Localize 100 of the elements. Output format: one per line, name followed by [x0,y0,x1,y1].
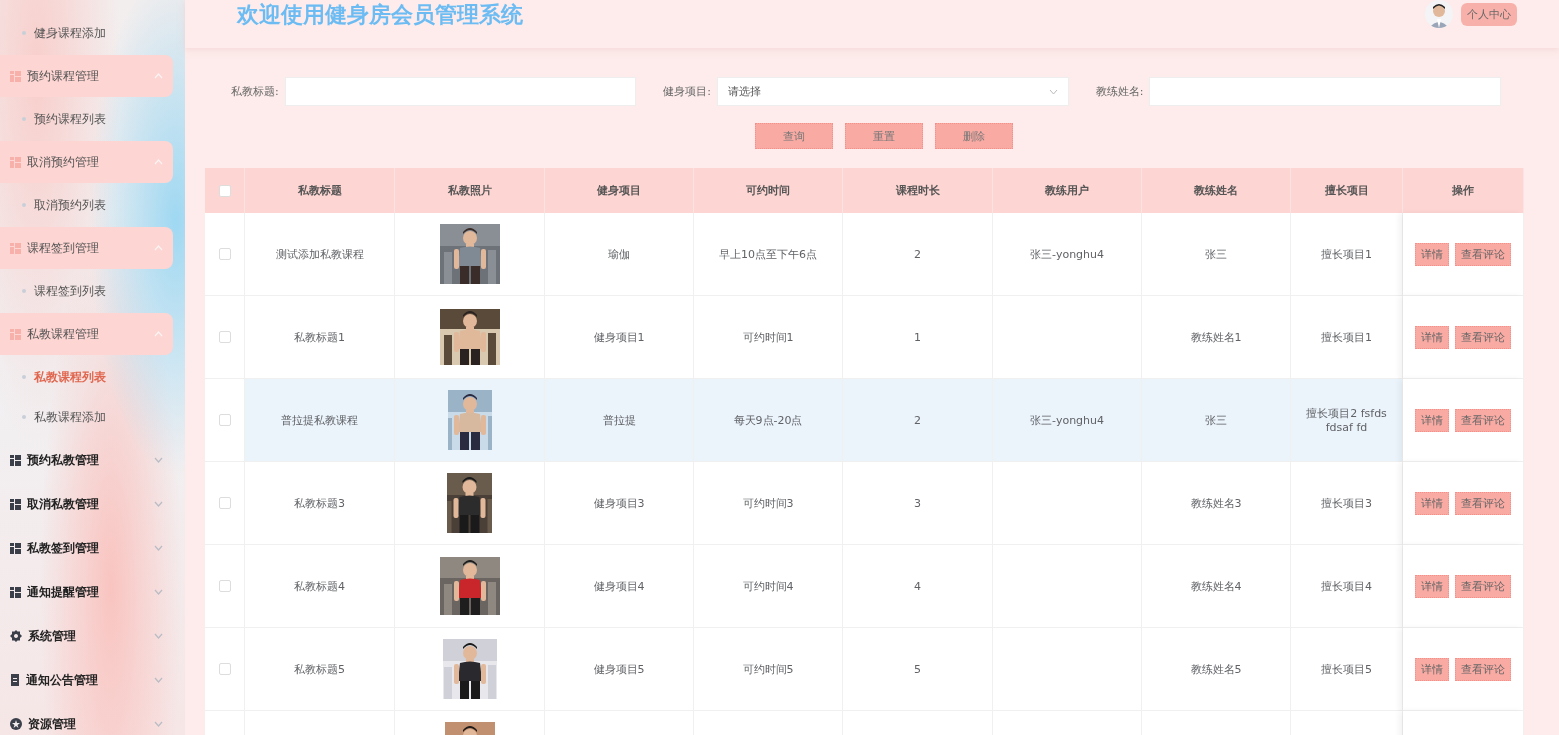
action-button[interactable]: 详情 [1415,574,1449,598]
column-header: 课程时长 [843,168,993,213]
grid-icon [10,542,21,554]
table-cell: 健身项目3 [545,462,694,545]
grid-icon [10,70,21,82]
table-cell: 5 [843,628,993,711]
action-button[interactable]: 查看评论 [1455,325,1511,349]
caret-icon [154,633,163,639]
sidebar-group[interactable]: 通知提醒管理 [0,571,173,613]
column-header: 可约时间 [694,168,843,213]
sidebar-subitem[interactable]: 预约课程列表 [0,99,185,139]
sidebar-group[interactable]: 私教签到管理 [0,527,173,569]
field-label: 私教标题: [231,84,279,99]
table-cell: 张三 [1142,213,1291,296]
table-cell: 测试添加私教课程 [245,213,395,296]
table-cell: 2 [843,213,993,296]
field-label: 教练姓名: [1095,84,1144,99]
action-button[interactable]: 查看评论 [1455,491,1511,515]
caret-icon [154,545,163,551]
sidebar-group[interactable]: 预约私教管理 [0,439,173,481]
select-field[interactable]: 请选择 [717,77,1069,106]
checkbox[interactable] [218,184,231,197]
sidebar-group[interactable]: 课程签到管理 [0,227,173,269]
table-cell: 私教标题4 [245,545,395,628]
table-cell: 每天9点-20点 [694,379,843,462]
sidebar-subitem[interactable]: 私教课程添加 [0,397,185,437]
checkbox[interactable] [218,580,231,592]
caret-icon [154,73,163,79]
sidebar-group[interactable]: 预约课程管理 [0,55,173,97]
column-header: 操作 [1403,168,1524,213]
sidebar-group[interactable]: 私教课程管理 [0,313,173,355]
table-cell: 健身项目4 [545,545,694,628]
table-cell: 擅长项目4 [1291,545,1403,628]
action-button[interactable]: 详情 [1415,408,1449,432]
column-header: 私教标题 [245,168,395,213]
action-button[interactable]: 详情 [1415,242,1449,266]
action-button[interactable]: 查看评论 [1455,657,1511,681]
action-button[interactable]: 查看评论 [1455,574,1511,598]
table-cell: 早上10点至下午6点 [694,213,843,296]
star-icon [10,718,22,730]
sidebar-subitem[interactable]: 健身课程添加 [0,13,185,53]
column-header: 教练姓名 [1142,168,1291,213]
sidebar-subitem[interactable]: 课程签到列表 [0,271,185,311]
grid-icon [10,498,21,510]
table-cell: 擅长项目3 [1291,462,1403,545]
column-header: 私教照片 [395,168,545,213]
checkbox[interactable] [218,663,231,675]
table-cell: 普拉提私教课程 [245,379,395,462]
column-header: 擅长项目 [1291,168,1403,213]
grid-icon [10,156,21,168]
table-cell: 私教标题1 [245,296,395,379]
checkbox[interactable] [218,497,231,509]
table-cell: 可约时间4 [694,545,843,628]
sidebar-group[interactable]: 系统管理 [0,615,173,657]
checkbox[interactable] [218,248,231,260]
page-title: 欢迎使用健身房会员管理系统 [237,1,524,29]
table-cell: 教练姓名4 [1142,545,1291,628]
table-cell: 擅长项目2 fsfds fdsaf fd [1291,379,1403,462]
table-cell: 健身项目1 [545,296,694,379]
checkbox[interactable] [218,331,231,343]
table-cell: 擅长项目1 [1291,296,1403,379]
table-cell: 擅长项目1 [1291,213,1403,296]
caret-icon [154,677,163,683]
chevron-down-icon [1048,88,1058,95]
table-cell: 1 [843,296,993,379]
action-button[interactable]: 查看评论 [1455,408,1511,432]
column-header: 教练用户 [993,168,1142,213]
table-cell: 瑜伽 [545,213,694,296]
action-button[interactable]: 详情 [1415,325,1449,349]
table-cell: 2 [843,379,993,462]
sidebar-group[interactable]: 资源管理 [0,703,173,735]
column-header: 健身项目 [545,168,694,213]
table-cell: 4 [843,545,993,628]
caret-icon [154,245,163,251]
sidebar-group[interactable]: 取消私教管理 [0,483,173,525]
table-cell: 普拉提 [545,379,694,462]
sidebar-subitem[interactable]: 取消预约列表 [0,185,185,225]
table-cell: 3 [843,462,993,545]
checkbox[interactable] [218,414,231,426]
table-cell: 教练姓名3 [1142,462,1291,545]
sidebar-group[interactable]: 取消预约管理 [0,141,173,183]
grid-icon [10,454,21,466]
sidebar-group[interactable]: 通知公告管理 [0,659,173,701]
grid-icon [10,586,21,598]
action-button[interactable]: 详情 [1415,657,1449,681]
caret-icon [154,457,163,463]
table-cell: 擅长项目5 [1291,628,1403,711]
action-button[interactable]: 详情 [1415,491,1449,515]
action-button[interactable]: 查看评论 [1455,242,1511,266]
table-cell: 可约时间3 [694,462,843,545]
table-cell: 可约时间1 [694,296,843,379]
caret-icon [154,589,163,595]
caret-icon [154,721,163,727]
profile-button[interactable]: 个人中心 [1461,2,1517,26]
settings-icon [10,630,22,642]
caret-icon [154,331,163,337]
field-label: 健身项目: [663,84,712,99]
table-cell: 可约时间5 [694,628,843,711]
table-cell: 教练姓名5 [1142,628,1291,711]
caret-icon [154,159,163,165]
